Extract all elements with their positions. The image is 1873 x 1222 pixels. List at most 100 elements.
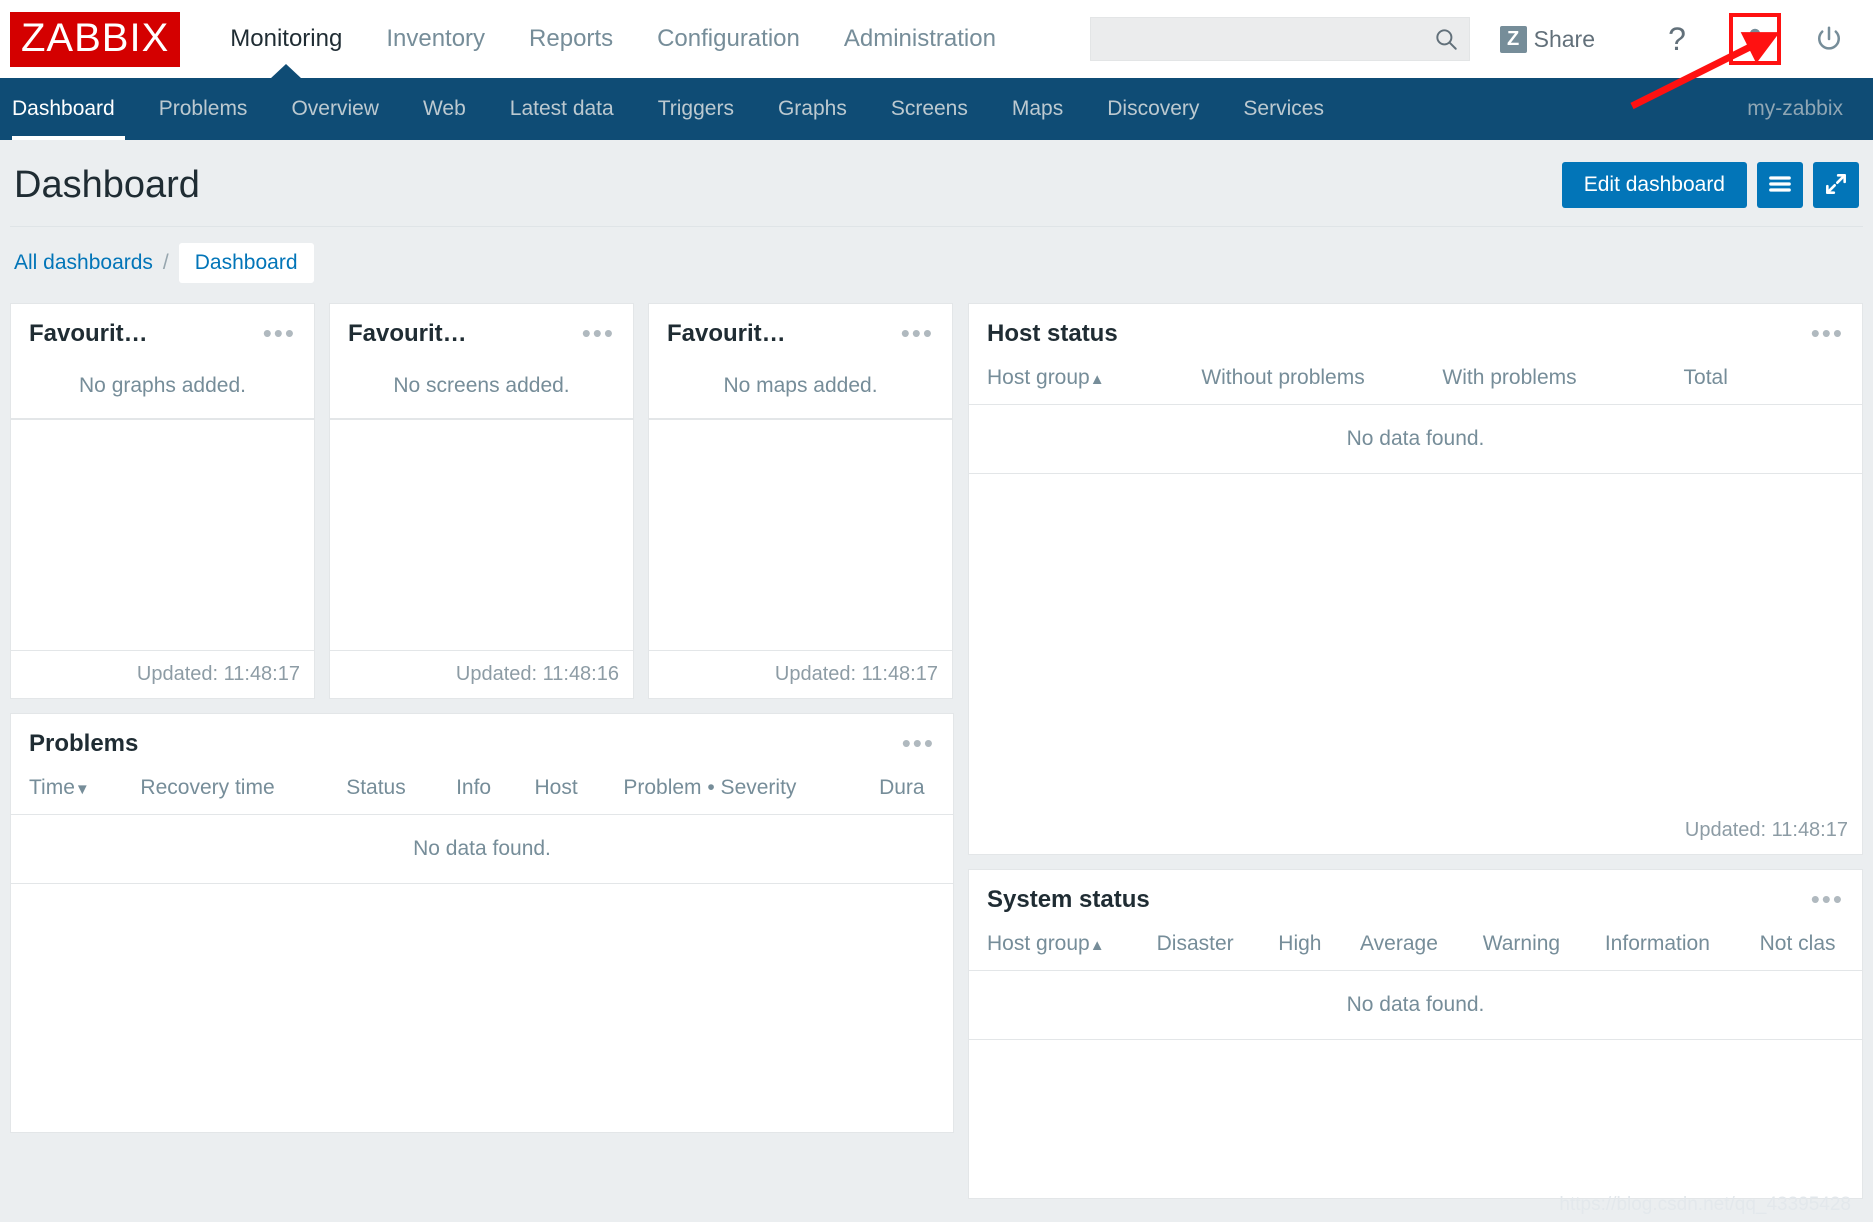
table-body: No data found. [969,403,1862,474]
widget-problems: Problems ••• Time▼ Recovery time Status … [10,713,954,1133]
widget-filler [969,1040,1862,1198]
widget-content-area [330,418,633,651]
column-header-problem-severity[interactable]: Problem • Severity [605,770,861,815]
widget-header: Problems ••• [11,714,953,770]
widget-title: System status [987,886,1150,913]
share-button[interactable]: Z Share [1499,25,1595,53]
widget-empty-message: No graphs added. [11,360,314,419]
system-status-table: Host group▲ Disaster High Average Warnin… [969,926,1862,1040]
widget-title: Problems [29,730,139,757]
column-header-warning[interactable]: Warning [1465,926,1587,971]
search-icon[interactable] [1433,26,1459,52]
column-header-duration[interactable]: Dura [861,770,953,815]
column-header-information[interactable]: Information [1587,926,1742,971]
widget-header: System status ••• [969,870,1862,926]
hamburger-menu-icon [1767,171,1793,200]
column-header-host-group[interactable]: Host group▲ [969,360,1183,405]
table-header: Host group▲ Disaster High Average Warnin… [969,926,1862,971]
widget-menu-icon[interactable]: ••• [902,730,935,756]
subnav-item-problems[interactable]: Problems [137,78,270,140]
column-header-without-problems[interactable]: Without problems [1183,360,1424,405]
share-label: Share [1533,25,1595,52]
signout-power-icon[interactable] [1807,17,1851,61]
breadcrumb-all-dashboards[interactable]: All dashboards [14,251,153,275]
fullscreen-button[interactable] [1813,162,1859,208]
widget-updated-timestamp: Updated: 11:48:17 [136,663,300,685]
problems-table: Time▼ Recovery time Status Info Host Pro… [11,770,953,884]
table-header-row: Host group▲ Without problems With proble… [969,360,1862,405]
help-icon[interactable]: ? [1655,17,1699,61]
widget-menu-icon[interactable]: ••• [582,320,615,346]
subnav-item-triggers[interactable]: Triggers [636,78,756,140]
widget-updated-timestamp: Updated: 11:48:17 [1684,819,1848,841]
subnav-item-dashboard[interactable]: Dashboard [0,78,137,140]
table-header-row: Time▼ Recovery time Status Info Host Pro… [11,770,953,815]
share-badge-icon: Z [1499,25,1527,53]
widget-empty-message: No screens added. [330,360,633,419]
column-header-high[interactable]: High [1260,926,1342,971]
column-header-time[interactable]: Time▼ [11,770,122,815]
breadcrumb: All dashboards / Dashboard [10,227,1863,303]
widget-header: Host status ••• [969,304,1862,360]
column-header-not-classified[interactable]: Not clas [1742,926,1862,971]
subnav-item-maps[interactable]: Maps [990,78,1085,140]
main-navigation: Monitoring Inventory Reports Configurati… [208,0,1018,78]
subnav-item-services[interactable]: Services [1221,78,1346,140]
widget-menu-icon[interactable]: ••• [1811,886,1844,912]
widget-filler [969,474,1862,807]
page-body: Dashboard Edit dashboard All dashboards … [0,140,1873,1222]
column-header-disaster[interactable]: Disaster [1139,926,1261,971]
widget-updated-timestamp: Updated: 11:48:17 [774,663,938,685]
table-header: Time▼ Recovery time Status Info Host Pro… [11,770,953,815]
subnav-item-discovery[interactable]: Discovery [1085,78,1221,140]
table-row: No data found. [969,403,1862,474]
favourites-row: Favourit… ••• No graphs added. Updated: … [10,303,954,713]
edit-dashboard-button[interactable]: Edit dashboard [1561,162,1747,208]
sub-navigation: Dashboard Problems Overview Web Latest d… [0,78,1873,140]
nav-item-monitoring[interactable]: Monitoring [208,0,364,78]
column-header-total[interactable]: Total [1666,360,1862,405]
widget-menu-icon[interactable]: ••• [1811,320,1844,346]
search-input[interactable] [1090,18,1469,60]
subnav-item-overview[interactable]: Overview [269,78,401,140]
user-profile-icon[interactable] [1729,13,1781,65]
zabbix-logo[interactable]: ZABBIX [10,11,181,67]
no-data-message: No data found. [969,969,1862,1040]
table-row: No data found. [969,969,1862,1040]
column-header-host-group[interactable]: Host group▲ [969,926,1139,971]
column-header-with-problems[interactable]: With problems [1424,360,1665,405]
widget-header: Favourit… ••• [649,304,952,360]
nav-item-reports[interactable]: Reports [507,0,635,78]
widget-menu-icon[interactable]: ••• [263,320,296,346]
global-search[interactable] [1089,17,1470,61]
subnav-item-screens[interactable]: Screens [869,78,990,140]
column-header-status[interactable]: Status [328,770,438,815]
widget-title: Favourit… [29,320,148,347]
nav-item-inventory[interactable]: Inventory [364,0,507,78]
subnav-item-latest-data[interactable]: Latest data [488,78,636,140]
dashboard-menu-button[interactable] [1757,162,1803,208]
nav-item-configuration[interactable]: Configuration [635,0,822,78]
widget-empty-message: No maps added. [649,360,952,419]
server-name-label: my-zabbix [1747,97,1843,120]
top-header: ZABBIX Monitoring Inventory Reports Conf… [0,0,1873,78]
breadcrumb-current-dashboard[interactable]: Dashboard [178,243,314,283]
column-header-info[interactable]: Info [438,770,516,815]
widget-favourite-maps: Favourit… ••• No maps added. Updated: 11… [648,303,953,699]
column-header-average[interactable]: Average [1342,926,1465,971]
column-header-host[interactable]: Host [516,770,605,815]
widget-title: Favourit… [667,320,786,347]
page-header-row: Dashboard Edit dashboard [10,140,1863,227]
subnav-item-graphs[interactable]: Graphs [756,78,869,140]
nav-item-administration[interactable]: Administration [822,0,1018,78]
widget-header: Favourit… ••• [330,304,633,360]
subnav-item-web[interactable]: Web [401,78,488,140]
dashboard-column-left: Favourit… ••• No graphs added. Updated: … [10,303,954,1147]
widget-favourite-graphs: Favourit… ••• No graphs added. Updated: … [10,303,315,699]
column-label: Host group [987,365,1090,389]
widget-title: Host status [987,320,1118,347]
table-header-row: Host group▲ Disaster High Average Warnin… [969,926,1862,971]
column-header-recovery-time[interactable]: Recovery time [122,770,328,815]
widget-menu-icon[interactable]: ••• [901,320,934,346]
host-status-table: Host group▲ Without problems With proble… [969,360,1862,474]
